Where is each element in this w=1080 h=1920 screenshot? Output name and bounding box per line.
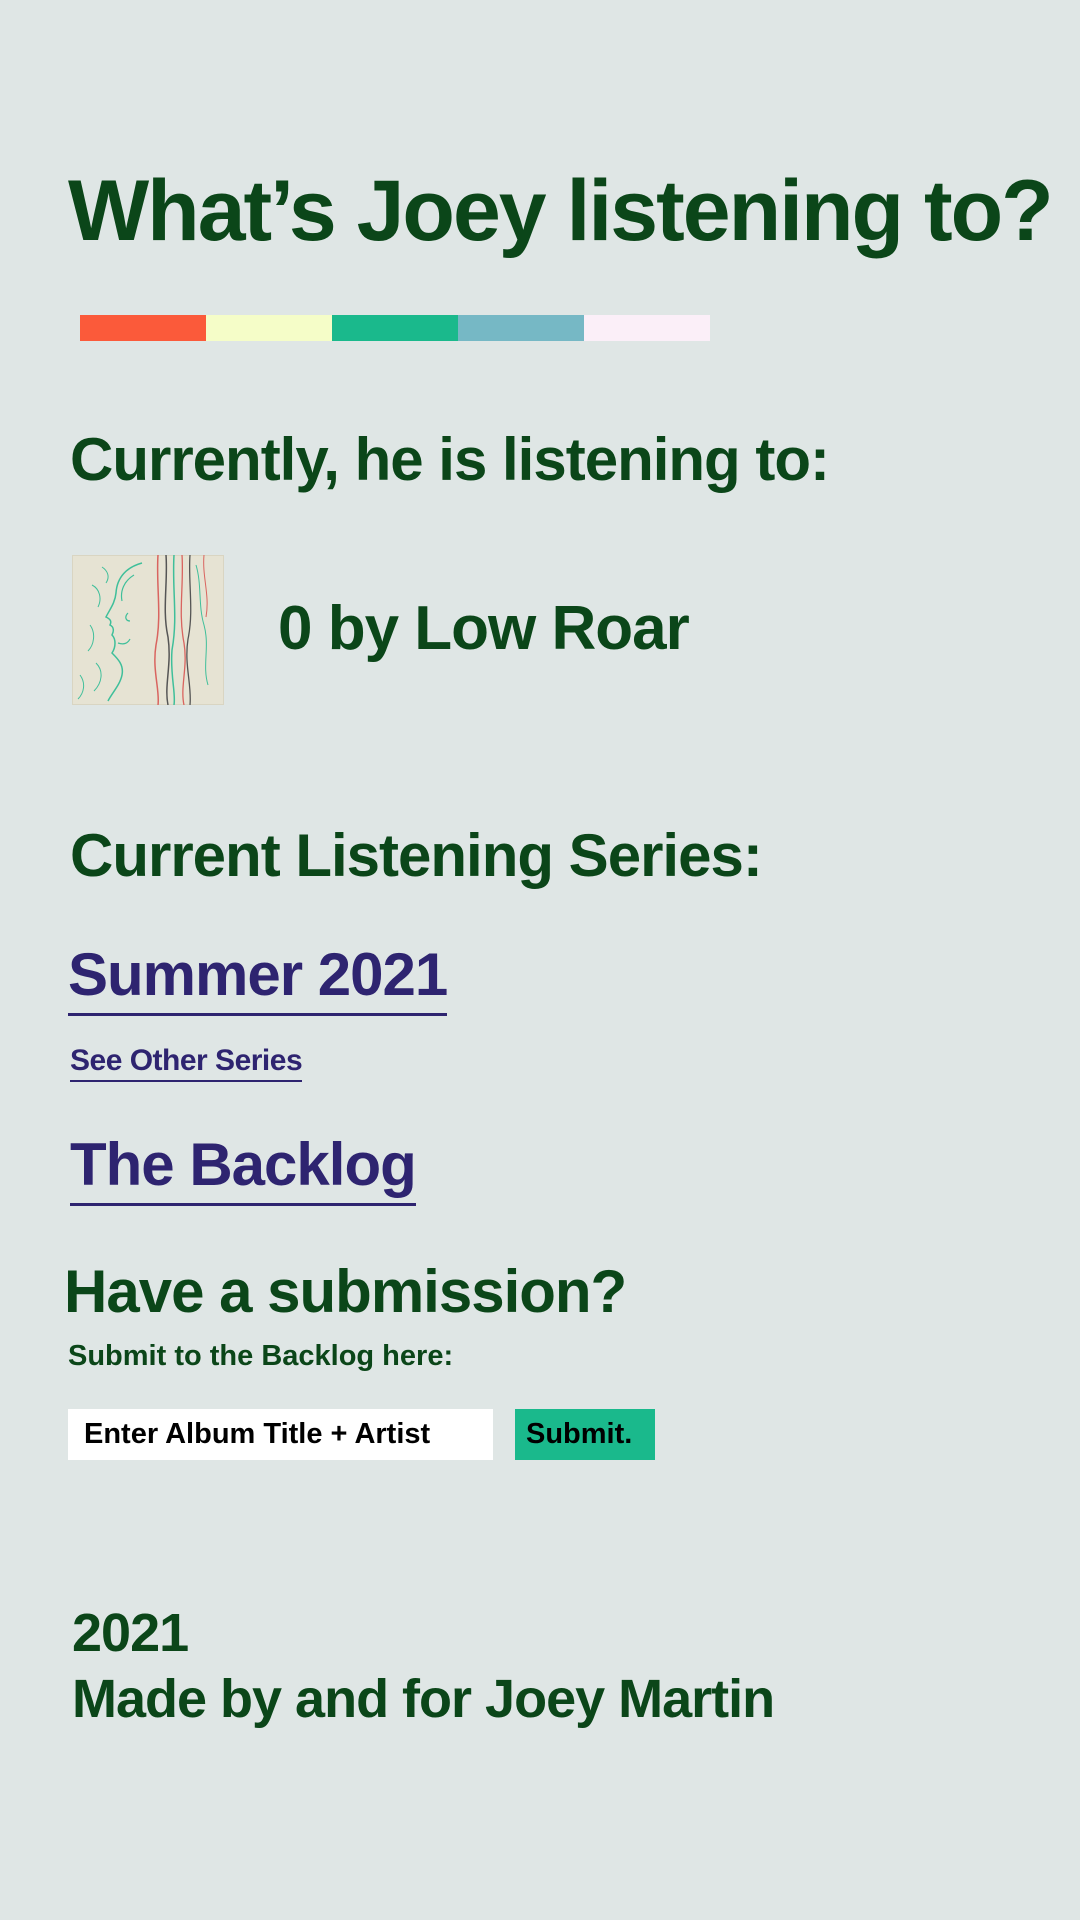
currently-listening-heading: Currently, he is listening to: <box>70 426 830 493</box>
backlog-link[interactable]: The Backlog <box>70 1135 417 1206</box>
album-cover-line-art-icon <box>72 555 224 705</box>
see-other-series-link[interactable]: See Other Series <box>70 1046 303 1082</box>
album-cover-image <box>72 555 224 705</box>
submission-label: Submit to the Backlog here: <box>68 1340 454 1372</box>
album-submission-input[interactable] <box>68 1409 493 1460</box>
footer-credit: Made by and for Joey Martin <box>72 1669 775 1729</box>
footer-year: 2021 <box>72 1603 189 1663</box>
color-palette-bar <box>80 315 710 341</box>
page-title: What’s Joey listening to? <box>68 163 1054 259</box>
palette-swatch-4 <box>458 315 584 341</box>
listening-series-heading: Current Listening Series: <box>70 822 763 889</box>
palette-swatch-3 <box>332 315 458 341</box>
palette-swatch-1 <box>80 315 206 341</box>
submit-button[interactable]: Submit. <box>515 1409 655 1460</box>
palette-swatch-2 <box>206 315 332 341</box>
now-playing-track: 0 by Low Roar <box>278 594 690 663</box>
footer: 2021 Made by and for Joey Martin <box>72 1600 775 1732</box>
current-series-link[interactable]: Summer 2021 <box>68 945 448 1016</box>
submission-heading: Have a submission? <box>64 1258 627 1325</box>
palette-swatch-5 <box>584 315 710 341</box>
